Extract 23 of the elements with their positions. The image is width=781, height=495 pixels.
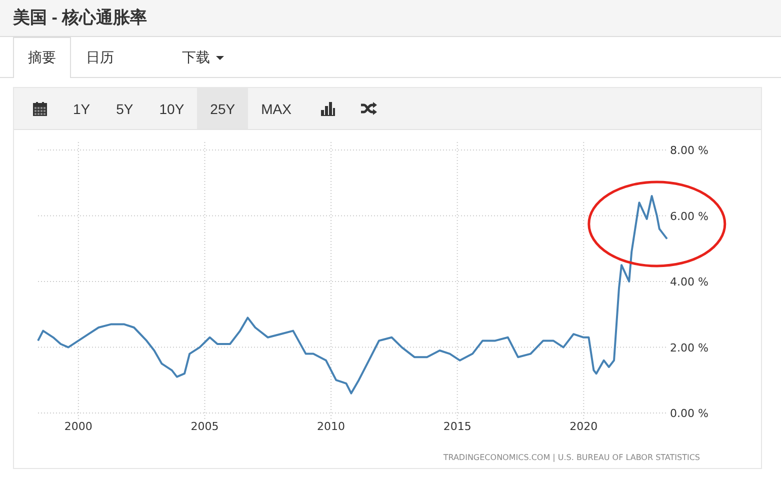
- range-button[interactable]: 10Y: [146, 88, 198, 129]
- axis-label: 2020: [570, 420, 598, 433]
- bar-chart-icon: [321, 102, 336, 116]
- range-button[interactable]: 25Y: [197, 88, 248, 129]
- page-title: 美国 - 核心通胀率: [12, 7, 148, 29]
- range-button[interactable]: MAX: [248, 88, 304, 129]
- axis-label: 4.00 %: [670, 276, 708, 288]
- dropdown-tab[interactable]: 下载: [167, 37, 239, 78]
- calendar-icon: [33, 102, 47, 116]
- tab[interactable]: 摘要: [13, 37, 71, 78]
- axis-label: 2000: [64, 420, 92, 433]
- axis-label: 0.00 %: [670, 407, 708, 420]
- axis-label: 2.00 %: [670, 341, 708, 354]
- shuffle-icon: [361, 102, 378, 115]
- axis-label: 2015: [443, 420, 472, 433]
- range-button[interactable]: 5Y: [103, 88, 146, 129]
- axis-label: 2005: [190, 420, 219, 433]
- axis-label: 2010: [317, 420, 346, 433]
- range-button[interactable]: 1Y: [60, 88, 104, 129]
- axis-label: 8.00 %: [670, 144, 708, 157]
- source-credit: TRADINGECONOMICS.COM | U.S. BUREAU OF LABOR STATISTICS: [443, 453, 700, 462]
- tab[interactable]: 日历: [71, 37, 129, 78]
- axis-label: 6.00 %: [670, 210, 708, 223]
